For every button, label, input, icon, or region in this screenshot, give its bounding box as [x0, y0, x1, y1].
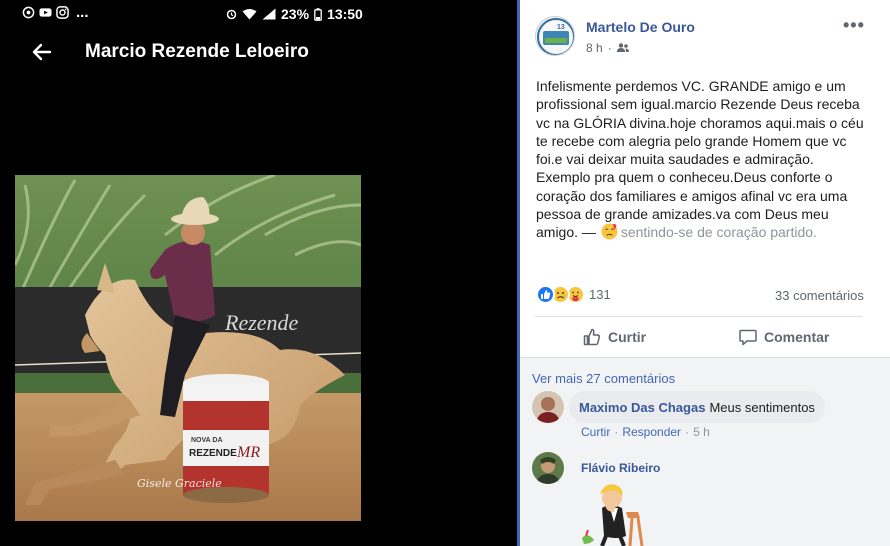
clock: 13:50: [327, 6, 363, 22]
post-body: Infelismente perdemos VC. GRANDE amigo e…: [536, 77, 866, 242]
phone-header: Marcio Rezende Leloeiro: [0, 30, 517, 76]
battery-icon: [314, 7, 322, 21]
like-label: Curtir: [608, 329, 647, 345]
comment-time[interactable]: 5 h: [693, 425, 710, 439]
comment-reply-link[interactable]: Responder: [622, 425, 681, 439]
post-meta: 8 h ·: [586, 41, 629, 55]
page-avatar[interactable]: 13: [535, 16, 575, 56]
commenter-avatar[interactable]: [532, 452, 564, 484]
photographer-watermark: Gisele Graciele: [137, 477, 222, 490]
instagram-icon: [56, 6, 69, 19]
youtube-icon: [39, 8, 52, 17]
comment-actions: Curtir · Responder · 5 h: [581, 425, 710, 439]
barrel-racing-photo[interactable]: Rezende NOVA DA REZENDE MR Gisele Gracie…: [15, 175, 361, 521]
like-thumb-icon: [583, 328, 601, 346]
view-more-comments-link[interactable]: Ver mais 27 comentários: [532, 371, 675, 386]
svg-text:13: 13: [557, 24, 565, 31]
post-dash: —: [578, 224, 600, 241]
friends-icon: [616, 43, 629, 52]
comment-bubble: Maximo Das Chagas Meus sentimentos: [569, 391, 825, 423]
barrel-small-text: NOVA DA: [191, 437, 223, 444]
comment-like-link[interactable]: Curtir: [581, 425, 610, 439]
reaction-count: 131: [589, 287, 611, 302]
battery-percent: 23%: [281, 6, 310, 22]
like-button[interactable]: Curtir: [582, 324, 646, 350]
phone-screenshot: ... 23% 13:50 Marcio Rezende Leloeiro Re…: [0, 0, 517, 546]
feeling-text[interactable]: sentindo-se de coração partido.: [621, 224, 817, 240]
more-options-button[interactable]: •••: [843, 16, 865, 34]
broken-heart-emoji-icon: [601, 223, 618, 240]
status-bar: ... 23% 13:50: [0, 0, 517, 28]
photo-title: Marcio Rezende Leloeiro: [85, 41, 309, 62]
sad-sticker-image[interactable]: [580, 478, 650, 546]
post-time[interactable]: 8 h: [586, 41, 603, 55]
comments-count-link[interactable]: 33 comentários: [775, 288, 864, 303]
comment-author[interactable]: Flávio Ribeiro: [581, 461, 660, 475]
page-name[interactable]: Martelo De Ouro: [586, 19, 695, 35]
comment-author[interactable]: Maximo Das Chagas: [579, 400, 705, 415]
divider: [520, 357, 890, 358]
back-arrow-icon[interactable]: [30, 40, 54, 64]
comment-text: Meus sentimentos: [709, 399, 815, 415]
whatsapp-icon: [22, 6, 35, 19]
alarm-icon: [226, 9, 237, 20]
facebook-post-panel: 13 Martelo De Ouro 8 h · ••• Infelisment…: [517, 0, 890, 546]
commenter-avatar[interactable]: [532, 391, 564, 423]
barrel-logo: MR: [236, 444, 260, 461]
wifi-icon: [242, 9, 257, 20]
comment-label: Comentar: [764, 329, 830, 345]
comment-button[interactable]: Comentar: [738, 324, 829, 350]
divider: [535, 316, 862, 317]
signal-icon: [262, 8, 276, 20]
more-notifications: ...: [76, 3, 89, 21]
barrel-text: REZENDE: [189, 448, 237, 459]
like-reaction-icon: [536, 285, 555, 304]
reactions-summary[interactable]: 131: [536, 285, 611, 304]
post-text: Infelismente perdemos VC. GRANDE amigo e…: [536, 78, 864, 241]
banner-text: Rezende: [224, 310, 299, 335]
comment-bubble-icon: [739, 329, 757, 346]
